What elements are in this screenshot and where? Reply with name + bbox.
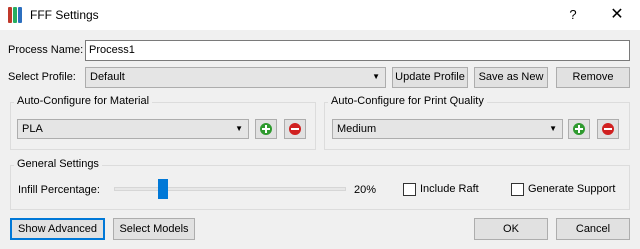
process-name-label: Process Name: <box>8 44 84 56</box>
process-name-input[interactable]: Process1 <box>85 40 630 61</box>
add-material-button[interactable] <box>255 119 277 139</box>
help-button[interactable]: ? <box>560 0 586 30</box>
material-group-title: Auto-Configure for Material <box>14 95 153 107</box>
show-advanced-button[interactable]: Show Advanced <box>10 218 105 240</box>
title-bar: FFF Settings ? ✕ <box>0 0 640 30</box>
save-as-new-button[interactable]: Save as New <box>474 67 548 88</box>
close-button[interactable]: ✕ <box>600 0 634 30</box>
chevron-down-icon: ▼ <box>549 124 557 133</box>
chevron-down-icon: ▼ <box>235 124 243 133</box>
cancel-button[interactable]: Cancel <box>556 218 630 240</box>
include-raft-label: Include Raft <box>420 183 479 195</box>
window-title: FFF Settings <box>30 8 99 22</box>
material-dropdown[interactable]: PLA ▼ <box>17 119 249 139</box>
infill-percentage-label: Infill Percentage: <box>18 184 100 196</box>
profile-dropdown[interactable]: Default ▼ <box>85 67 386 88</box>
print-quality-group-title: Auto-Configure for Print Quality <box>328 95 487 107</box>
select-models-button[interactable]: Select Models <box>113 218 195 240</box>
generate-support-checkbox[interactable] <box>511 183 524 196</box>
remove-material-button[interactable] <box>284 119 306 139</box>
print-quality-dropdown[interactable]: Medium ▼ <box>332 119 563 139</box>
infill-value-text: 20% <box>354 184 377 196</box>
print-quality-selected-value: Medium <box>337 123 377 135</box>
include-raft-checkbox[interactable] <box>403 183 416 196</box>
generate-support-label: Generate Support <box>528 183 616 195</box>
add-quality-button[interactable] <box>568 119 590 139</box>
select-profile-label: Select Profile: <box>8 71 76 83</box>
profile-selected-value: Default <box>90 71 125 83</box>
add-icon <box>573 123 585 135</box>
infill-slider-track[interactable] <box>114 187 346 191</box>
update-profile-button[interactable]: Update Profile <box>392 67 468 88</box>
add-icon <box>260 123 272 135</box>
remove-profile-button[interactable]: Remove <box>556 67 630 88</box>
ok-button[interactable]: OK <box>474 218 548 240</box>
material-selected-value: PLA <box>22 123 43 135</box>
infill-slider-thumb[interactable] <box>158 179 169 199</box>
app-logo-icon <box>8 7 22 23</box>
remove-quality-button[interactable] <box>597 119 619 139</box>
chevron-down-icon: ▼ <box>372 72 380 81</box>
remove-icon <box>602 123 614 135</box>
general-settings-title: General Settings <box>14 158 102 170</box>
remove-icon <box>289 123 301 135</box>
